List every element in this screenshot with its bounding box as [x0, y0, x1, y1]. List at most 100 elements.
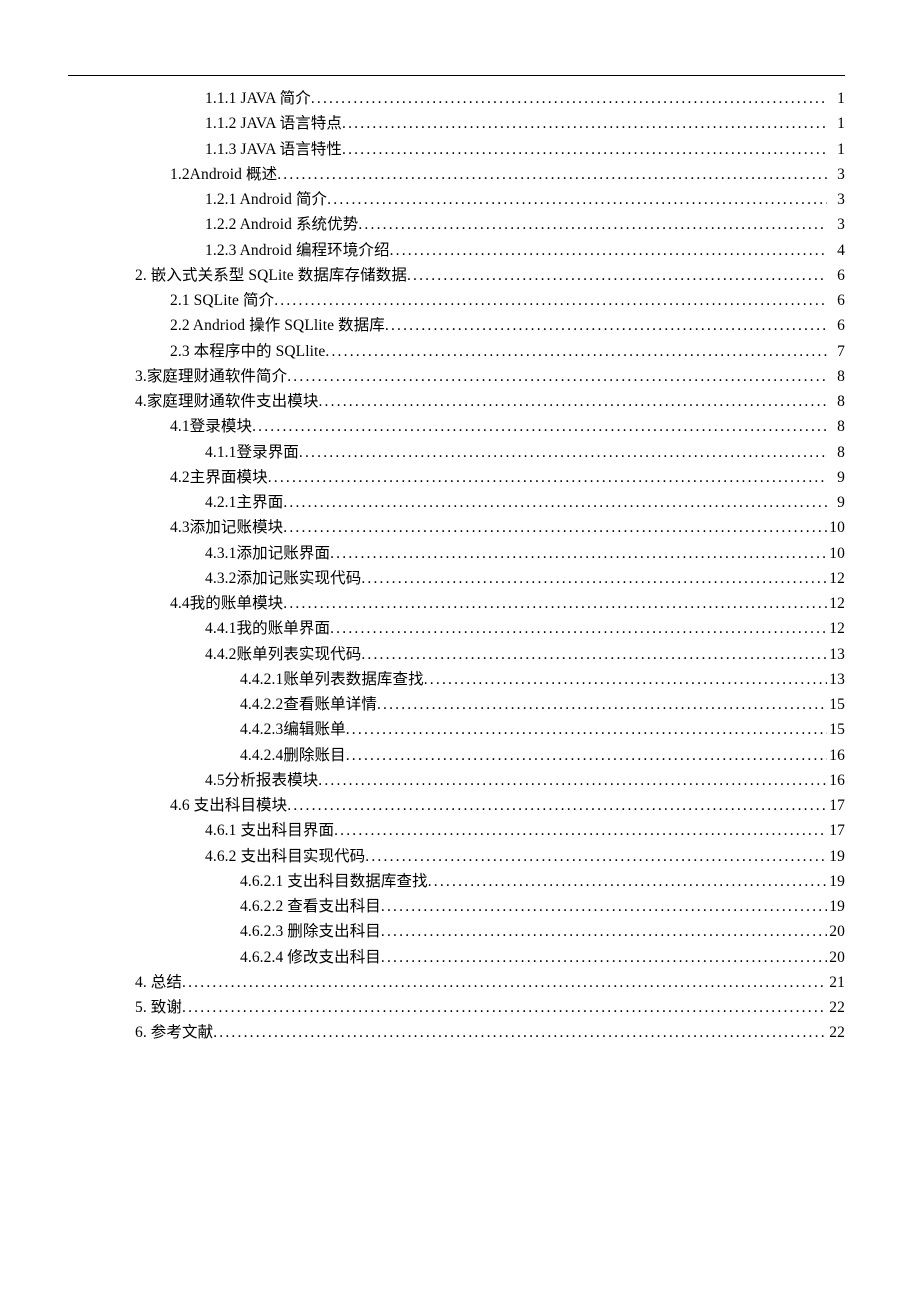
- toc-entry[interactable]: 4.3添加记账模块...............................…: [68, 515, 845, 540]
- toc-entry[interactable]: 4.6 支出科目模块..............................…: [68, 793, 845, 818]
- toc-entry[interactable]: 4. 总结...................................…: [68, 970, 845, 995]
- toc-leader-dots: ........................................…: [377, 692, 827, 717]
- toc-entry-label: 4.家庭理财通软件支出模块: [135, 389, 318, 414]
- toc-entry[interactable]: 4.6.2.2 查看支出科目..........................…: [68, 894, 845, 919]
- toc-entry-page: 1: [827, 86, 845, 111]
- toc-entry-page: 6: [827, 263, 845, 288]
- toc-entry-page: 22: [827, 995, 845, 1020]
- toc-leader-dots: ........................................…: [283, 591, 827, 616]
- toc-entry-page: 16: [827, 768, 845, 793]
- toc-entry[interactable]: 1.2Android 概述...........................…: [68, 162, 845, 187]
- toc-leader-dots: ........................................…: [424, 667, 827, 692]
- toc-entry-label: 1.2.1 Android 简介: [205, 187, 327, 212]
- toc-entry[interactable]: 4.2.1主界面................................…: [68, 490, 845, 515]
- toc-entry[interactable]: 4.2主界面模块................................…: [68, 465, 845, 490]
- toc-entry-page: 8: [827, 414, 845, 439]
- toc-entry[interactable]: 2.2 Andriod 操作 SQLlite 数据库..............…: [68, 313, 845, 338]
- toc-entry-page: 17: [827, 818, 845, 843]
- toc-entry[interactable]: 4.6.1 支出科目界面............................…: [68, 818, 845, 843]
- toc-entry-page: 9: [827, 490, 845, 515]
- toc-leader-dots: ........................................…: [325, 339, 827, 364]
- toc-entry-label: 4.4.2账单列表实现代码: [205, 642, 361, 667]
- toc-entry[interactable]: 1.1.1 JAVA 简介...........................…: [68, 86, 845, 111]
- toc-entry-label: 4.5分析报表模块: [205, 768, 318, 793]
- toc-leader-dots: ........................................…: [318, 768, 827, 793]
- toc-entry-page: 20: [827, 919, 845, 944]
- toc-leader-dots: ........................................…: [358, 212, 827, 237]
- toc-entry[interactable]: 1.1.3 JAVA 语言特性.........................…: [68, 137, 845, 162]
- toc-entry[interactable]: 4.4.2.2查看账单详情...........................…: [68, 692, 845, 717]
- toc-entry-page: 21: [827, 970, 845, 995]
- toc-leader-dots: ........................................…: [182, 970, 827, 995]
- toc-entry-label: 4.4.1我的账单界面: [205, 616, 330, 641]
- toc-entry[interactable]: 1.2.2 Android 系统优势......................…: [68, 212, 845, 237]
- toc-leader-dots: ........................................…: [385, 313, 827, 338]
- toc-entry[interactable]: 2.1 SQLite 简介...........................…: [68, 288, 845, 313]
- toc-entry[interactable]: 4.家庭理财通软件支出模块...........................…: [68, 389, 845, 414]
- toc-entry-page: 8: [827, 389, 845, 414]
- toc-entry[interactable]: 3.家庭理财通软件简介.............................…: [68, 364, 845, 389]
- toc-entry[interactable]: 4.6.2 支出科目实现代码..........................…: [68, 844, 845, 869]
- toc-entry-label: 4.6.1 支出科目界面: [205, 818, 334, 843]
- toc-leader-dots: ........................................…: [274, 288, 827, 313]
- toc-leader-dots: ........................................…: [407, 263, 827, 288]
- toc-entry-page: 10: [827, 541, 845, 566]
- toc-entry-page: 19: [827, 869, 845, 894]
- toc-entry-label: 4.6 支出科目模块: [170, 793, 287, 818]
- toc-entry-page: 3: [827, 212, 845, 237]
- toc-entry-label: 4.3添加记账模块: [170, 515, 283, 540]
- toc-leader-dots: ........................................…: [390, 238, 827, 263]
- toc-entry-page: 8: [827, 440, 845, 465]
- toc-leader-dots: ........................................…: [381, 894, 827, 919]
- toc-entry-page: 19: [827, 844, 845, 869]
- toc-entry-label: 4.6.2.3 删除支出科目: [240, 919, 381, 944]
- toc-entry-label: 1.2.2 Android 系统优势: [205, 212, 358, 237]
- toc-entry[interactable]: 4.4.2.4删除账目.............................…: [68, 743, 845, 768]
- table-of-contents: 1.1.1 JAVA 简介...........................…: [68, 86, 845, 1046]
- toc-entry-page: 12: [827, 616, 845, 641]
- toc-entry-page: 6: [827, 313, 845, 338]
- toc-leader-dots: ........................................…: [182, 995, 827, 1020]
- toc-entry[interactable]: 4.6.2.4 修改支出科目..........................…: [68, 945, 845, 970]
- toc-leader-dots: ........................................…: [283, 490, 827, 515]
- toc-entry[interactable]: 4.1登录模块.................................…: [68, 414, 845, 439]
- toc-leader-dots: ........................................…: [287, 364, 827, 389]
- toc-leader-dots: ........................................…: [283, 515, 827, 540]
- toc-entry[interactable]: 1.2.1 Android 简介........................…: [68, 187, 845, 212]
- toc-entry-label: 4.6.2.1 支出科目数据库查找: [240, 869, 428, 894]
- toc-leader-dots: ........................................…: [213, 1020, 827, 1045]
- toc-entry[interactable]: 4.4.2账单列表实现代码...........................…: [68, 642, 845, 667]
- document-page: 1.1.1 JAVA 简介...........................…: [0, 0, 920, 1046]
- toc-entry-label: 4.6.2.2 查看支出科目: [240, 894, 381, 919]
- toc-entry[interactable]: 1.2.3 Android 编程环境介绍....................…: [68, 238, 845, 263]
- toc-entry-label: 4.2主界面模块: [170, 465, 268, 490]
- toc-entry[interactable]: 4.4.1我的账单界面.............................…: [68, 616, 845, 641]
- toc-entry[interactable]: 4.6.2.1 支出科目数据库查找.......................…: [68, 869, 845, 894]
- toc-entry[interactable]: 4.5分析报表模块...............................…: [68, 768, 845, 793]
- toc-leader-dots: ........................................…: [277, 162, 827, 187]
- toc-entry[interactable]: 6. 参考文献.................................…: [68, 1020, 845, 1045]
- toc-entry-label: 4.1.1登录界面: [205, 440, 299, 465]
- toc-entry[interactable]: 4.3.1添加记账界面.............................…: [68, 541, 845, 566]
- toc-entry-label: 5. 致谢: [135, 995, 182, 1020]
- toc-entry[interactable]: 4.4.2.1账单列表数据库查找........................…: [68, 667, 845, 692]
- toc-entry-label: 4.6.2.4 修改支出科目: [240, 945, 381, 970]
- toc-leader-dots: ........................................…: [361, 642, 827, 667]
- toc-entry-label: 1.1.3 JAVA 语言特性: [205, 137, 342, 162]
- toc-entry[interactable]: 2. 嵌入式关系型 SQLite 数据库存储数据................…: [68, 263, 845, 288]
- toc-entry-page: 10: [827, 515, 845, 540]
- toc-entry[interactable]: 4.4.2.3编辑账单.............................…: [68, 717, 845, 742]
- toc-entry-page: 19: [827, 894, 845, 919]
- toc-entry[interactable]: 4.4我的账单模块...............................…: [68, 591, 845, 616]
- toc-entry-label: 4. 总结: [135, 970, 182, 995]
- toc-leader-dots: ........................................…: [346, 743, 827, 768]
- toc-entry[interactable]: 5. 致谢...................................…: [68, 995, 845, 1020]
- toc-entry[interactable]: 4.6.2.3 删除支出科目..........................…: [68, 919, 845, 944]
- toc-entry[interactable]: 2.3 本程序中的 SQLlite.......................…: [68, 339, 845, 364]
- toc-entry-label: 6. 参考文献: [135, 1020, 213, 1045]
- toc-entry[interactable]: 4.1.1登录界面...............................…: [68, 440, 845, 465]
- toc-entry[interactable]: 1.1.2 JAVA 语言特点.........................…: [68, 111, 845, 136]
- toc-entry-page: 16: [827, 743, 845, 768]
- toc-entry-label: 4.3.1添加记账界面: [205, 541, 330, 566]
- toc-entry[interactable]: 4.3.2添加记账实现代码...........................…: [68, 566, 845, 591]
